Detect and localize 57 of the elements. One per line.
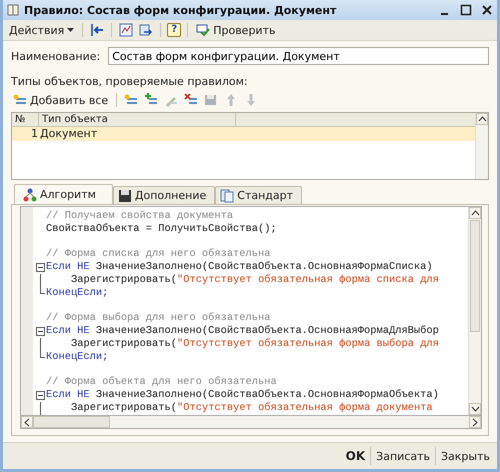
code-line: Если НЕ ЗначениеЗаполнено(СвойстваОбъекта.ОсновнаяФормаСписка) [45, 261, 433, 274]
document-arrow-icon[interactable] [138, 22, 154, 38]
tab[interactable]: Алгоритм [14, 184, 113, 204]
code-line: Если НЕ ЗначениеЗаполнено(СвойстваОбъекта.ОсновнаяФормаОбъекта) [45, 389, 439, 402]
documents-icon [220, 188, 234, 202]
scroll-up-icon[interactable] [476, 113, 488, 125]
caret-icon [67, 28, 74, 32]
scrollbar[interactable] [20, 415, 482, 429]
book-icon [7, 4, 19, 16]
close-icon[interactable] [481, 4, 493, 16]
code-comment: // Форма списка для него обязательна [45, 248, 272, 261]
check-icon [196, 24, 210, 36]
add-all-button[interactable]: Добавить все [11, 91, 110, 109]
code-line: КонецЕсли; [45, 286, 110, 300]
chart-icon[interactable] [118, 22, 134, 38]
name-field[interactable]: Состав форм конфигурации. Документ [108, 47, 489, 65]
code-comment: // Форма выбора для него обязательна [45, 312, 272, 325]
fold-line [40, 274, 45, 294]
scroll-down-icon[interactable] [469, 403, 481, 415]
list-icon [13, 94, 27, 106]
code-line: Зарегистрировать("Отсутствует обязательная форма списка для [70, 274, 440, 287]
tab[interactable]: Дополнение [112, 186, 216, 204]
nodes-icon [23, 188, 37, 202]
table-row[interactable]: 1 Документ [12, 127, 475, 141]
arrow-left-icon[interactable] [89, 22, 106, 38]
fold-line [40, 338, 45, 358]
window-title: Правило: Состав форм конфигурации. Документ [24, 4, 336, 16]
code-line: Зарегистрировать("Отсутствует обязательная форма документа [70, 402, 434, 415]
code-line: СвойстваОбъекта = ПолучитьСвойства(); [45, 222, 278, 236]
section-label: Типы объектов, проверяемые правилом: [11, 75, 249, 88]
scroll-thumb[interactable] [470, 220, 480, 332]
table-cell-text: Документ [39, 127, 98, 141]
table-cell-text: 1 [30, 127, 38, 141]
dialog-button[interactable]: Записать [371, 445, 435, 467]
list-icon[interactable] [123, 93, 140, 107]
check-button[interactable]: Проверить [194, 21, 278, 39]
field-label: Наименование: [11, 50, 100, 62]
scroll-thumb[interactable] [33, 416, 110, 428]
code-line: КонецЕсли; [45, 350, 110, 364]
scroll-right-icon[interactable] [469, 416, 481, 428]
ok-button[interactable]: OK [340, 445, 370, 467]
help-button[interactable]: ? [167, 23, 182, 37]
collapse-icon[interactable] [36, 327, 45, 336]
collapse-icon[interactable] [36, 263, 45, 272]
column-header[interactable]: Тип объекта [39, 113, 236, 126]
column-header[interactable]: № [12, 113, 39, 126]
scroll-up-icon[interactable] [469, 207, 481, 219]
scroll-left-icon[interactable] [21, 416, 33, 428]
code-comment: // Получаем свойства документа [45, 210, 234, 223]
collapse-icon[interactable] [36, 391, 45, 400]
maximize-icon[interactable] [460, 4, 472, 16]
code-line: Если НЕ ЗначениеЗаполнено(СвойстваОбъекта.ОсновнаяФормаДляВыбор [45, 325, 439, 338]
code-comment: // Форма объекта для него обязательна [45, 376, 278, 389]
code-line: Зарегистрировать("Отсутствует обязательная форма выбора для [70, 338, 440, 351]
dialog-button[interactable]: Закрыть [436, 445, 495, 467]
actions-menu[interactable]: Действия [7, 21, 76, 39]
tab[interactable]: Стандарт [215, 186, 302, 204]
